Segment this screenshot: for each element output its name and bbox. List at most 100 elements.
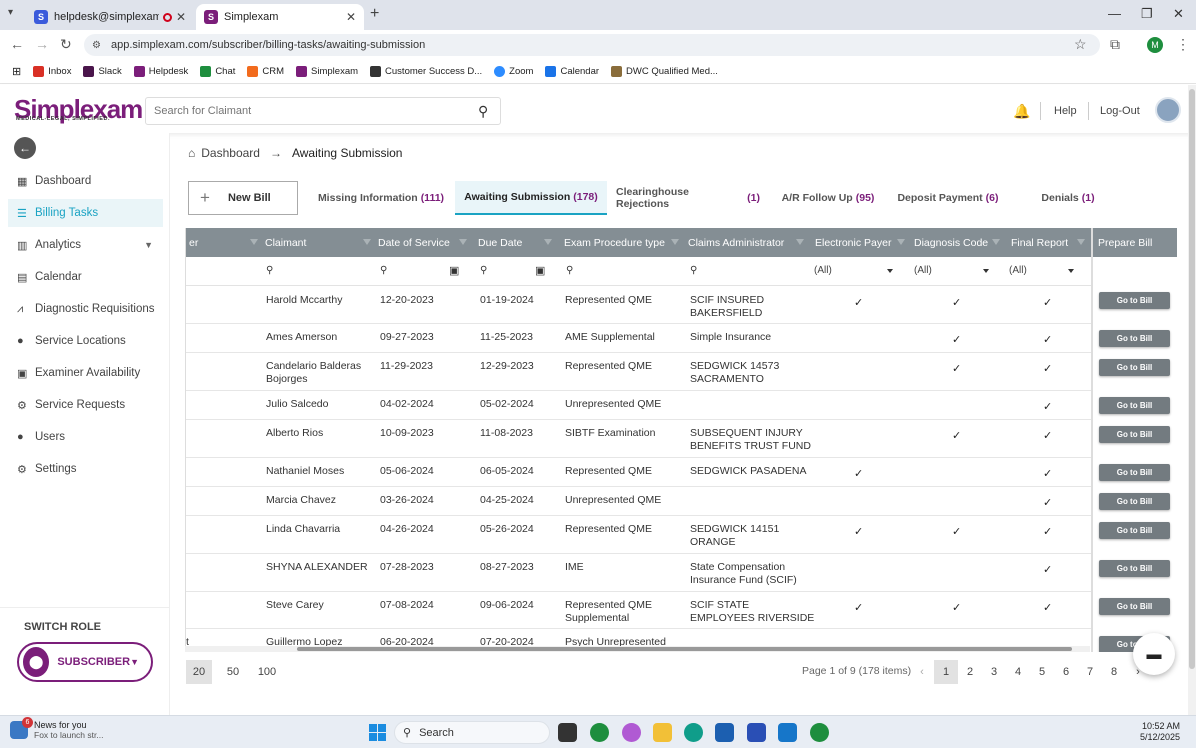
filter-funnel-icon[interactable]	[544, 239, 552, 245]
scrollbar-thumb[interactable]	[297, 647, 1072, 651]
chevron-down-icon[interactable]	[1068, 269, 1074, 273]
chevron-down-icon[interactable]	[983, 269, 989, 273]
help-link[interactable]: Help	[1054, 105, 1077, 117]
sidebar-item-dashboard[interactable]: ▦ Dashboard	[8, 167, 163, 195]
store-icon[interactable]	[715, 723, 734, 742]
column-header-due-date[interactable]: Due Date	[478, 228, 522, 257]
close-window-icon[interactable]: ✕	[1173, 6, 1184, 22]
go-to-bill-button[interactable]: Go to Bill	[1099, 522, 1170, 539]
go-to-bill-button[interactable]: Go to Bill	[1099, 560, 1170, 577]
windows-start-icon[interactable]	[369, 724, 386, 741]
page-number[interactable]: 3	[982, 660, 1006, 684]
table-row[interactable]: Nathaniel Moses 05-06-2024 06-05-2024 Repre…	[186, 458, 1091, 487]
file-explorer-icon[interactable]	[653, 723, 672, 742]
table-row[interactable]: Harold Mccarthy 12-20-2023 01-19-2024 Repre…	[186, 287, 1091, 324]
site-info-icon[interactable]: ⚙	[92, 40, 101, 51]
column-header-exam-procedure[interactable]: Exam Procedure type	[564, 228, 665, 257]
page-size-option[interactable]: 50	[220, 660, 246, 684]
go-to-bill-button[interactable]: Go to Bill	[1099, 598, 1170, 615]
sidebar-item-users[interactable]: ● Users	[8, 423, 163, 451]
diagnosis-code-filter[interactable]: (All)	[914, 265, 932, 276]
filter-funnel-icon[interactable]	[1077, 239, 1085, 245]
close-tab-icon[interactable]: ✕	[176, 10, 186, 24]
page-number[interactable]: 5	[1030, 660, 1054, 684]
taskbar-search[interactable]: ⚲ Search	[394, 721, 550, 744]
search-icon[interactable]: ⚲	[566, 265, 573, 276]
calendar-icon[interactable]: ▣	[535, 264, 545, 277]
go-to-bill-button[interactable]: Go to Bill	[1099, 493, 1170, 510]
bookmark-star-icon[interactable]: ☆	[1074, 36, 1087, 53]
table-row[interactable]: Candelario Balderas Bojorges 11-29-2023 12…	[186, 353, 1091, 391]
tab-missing-information[interactable]: Missing Information (111)	[312, 181, 450, 215]
bookmark-customer-success[interactable]: Customer Success D...	[370, 66, 482, 77]
column-header-diagnosis-code[interactable]: Diagnosis Code	[914, 228, 988, 257]
tab-clearinghouse-rejections[interactable]: Clearinghouse Rejections (1)	[616, 181, 760, 215]
final-report-filter[interactable]: (All)	[1009, 265, 1027, 276]
sidebar-item-service-requests[interactable]: ⚙ Service Requests	[8, 391, 163, 419]
user-avatar[interactable]	[1155, 97, 1181, 123]
visual-studio-icon[interactable]	[747, 723, 766, 742]
filter-funnel-icon[interactable]	[992, 239, 1000, 245]
column-header-claims-admin[interactable]: Claims Administrator	[688, 228, 784, 257]
page-number[interactable]: 1	[934, 660, 958, 684]
filter-funnel-icon[interactable]	[250, 239, 258, 245]
chat-button[interactable]: ▬	[1133, 633, 1175, 675]
column-header-claimant[interactable]: Claimant	[265, 228, 306, 257]
url-field[interactable]: ⚙ app.simplexam.com/subscriber/billing-t…	[84, 34, 1100, 56]
bookmark-slack[interactable]: Slack	[83, 66, 122, 77]
task-view-icon[interactable]	[558, 723, 577, 742]
remote-app-icon[interactable]	[778, 723, 797, 742]
new-tab-icon[interactable]: +	[370, 5, 379, 23]
sidebar-item-diagnostic-requisitions[interactable]: ⩘ Diagnostic Requisitions	[8, 295, 163, 323]
search-icon[interactable]: ⚲	[478, 103, 500, 120]
home-icon[interactable]: ⌂	[188, 146, 195, 160]
edge-icon[interactable]	[684, 723, 703, 742]
table-row[interactable]: Alberto Rios 10-09-2023 11-08-2023 SIBTF Ex…	[186, 420, 1091, 458]
search-icon[interactable]: ⚲	[380, 265, 387, 276]
search-icon[interactable]: ⚲	[690, 265, 697, 276]
bookmark-simplexam[interactable]: Simplexam	[296, 66, 358, 77]
restore-icon[interactable]: ❐	[1141, 6, 1153, 22]
page-number[interactable]: 7	[1078, 660, 1102, 684]
copilot-icon[interactable]	[622, 723, 641, 742]
claimant-search-input[interactable]	[154, 105, 478, 117]
page-number[interactable]: 6	[1054, 660, 1078, 684]
chrome-icon[interactable]	[590, 723, 609, 742]
table-row[interactable]: Steve Carey 07-08-2024 09-06-2024 Represent…	[186, 592, 1091, 629]
sidebar-item-service-locations[interactable]: ● Service Locations	[8, 327, 163, 355]
chrome-icon[interactable]	[810, 723, 829, 742]
scrollbar-thumb[interactable]	[1189, 89, 1195, 669]
chevron-down-icon[interactable]	[887, 269, 893, 273]
page-size-option[interactable]: 100	[254, 660, 280, 684]
go-to-bill-button[interactable]: Go to Bill	[1099, 359, 1170, 376]
filter-funnel-icon[interactable]	[796, 239, 804, 245]
page-size-option[interactable]: 20	[186, 660, 212, 684]
prev-page-icon[interactable]: ‹	[910, 660, 934, 684]
forward-icon[interactable]: →	[35, 36, 49, 52]
new-bill-button[interactable]: + New Bill	[188, 181, 298, 215]
go-to-bill-button[interactable]: Go to Bill	[1099, 397, 1170, 414]
bookmark-inbox[interactable]: Inbox	[33, 66, 71, 77]
sidebar-item-examiner-availability[interactable]: ▣ Examiner Availability	[8, 359, 163, 387]
bookmark-helpdesk[interactable]: Helpdesk	[133, 66, 188, 77]
tab-denials[interactable]: Denials (1)	[1028, 181, 1108, 215]
sidebar-item-analytics[interactable]: ▥ Analytics ▼	[8, 231, 163, 259]
electronic-payer-filter[interactable]: (All)	[814, 265, 832, 276]
close-tab-icon[interactable]: ✕	[346, 10, 356, 24]
table-row[interactable]: Ames Amerson 09-27-2023 11-25-2023 AME Supp…	[186, 324, 1091, 353]
apps-grid-icon[interactable]: ⊞	[12, 65, 21, 78]
bookmark-chat[interactable]: Chat	[200, 66, 235, 77]
tab-ar-follow-up[interactable]: A/R Follow Up (95)	[773, 181, 883, 215]
search-icon[interactable]: ⚲	[480, 265, 487, 276]
table-row[interactable]: Marcia Chavez 03-26-2024 04-25-2024 Unrepre…	[186, 487, 1091, 516]
reload-icon[interactable]: ↻	[60, 36, 72, 53]
breadcrumb-dashboard[interactable]: Dashboard	[201, 146, 260, 160]
browser-tab-simplexam[interactable]: S Simplexam ✕	[196, 4, 364, 30]
tab-awaiting-submission[interactable]: Awaiting Submission (178)	[455, 181, 607, 215]
profile-avatar[interactable]: M	[1147, 37, 1163, 53]
filter-funnel-icon[interactable]	[363, 239, 371, 245]
tab-search-icon[interactable]: ▾	[8, 7, 13, 18]
filter-funnel-icon[interactable]	[459, 239, 467, 245]
sidebar-item-settings[interactable]: ⚙ Settings	[8, 455, 163, 483]
go-to-bill-button[interactable]: Go to Bill	[1099, 426, 1170, 443]
